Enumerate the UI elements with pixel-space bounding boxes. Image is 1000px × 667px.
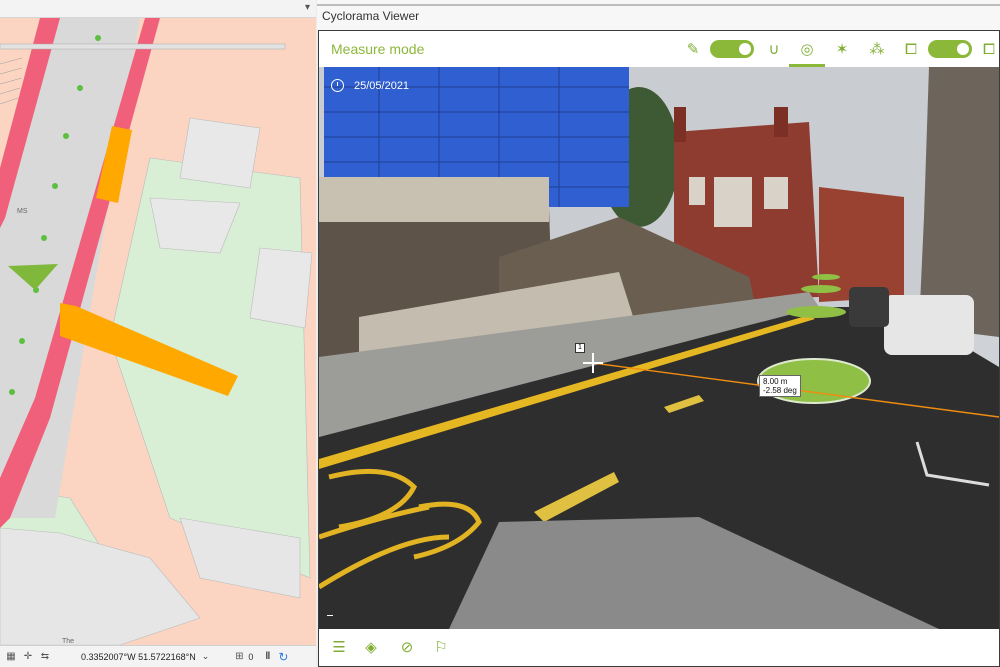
app-window: ▾ MS The ▦ ✛ ⇆ 0.3352007°W 51.5722168°N …	[0, 0, 1000, 667]
eye-off-icon[interactable]: ⊘	[397, 637, 417, 657]
measurement-angle: -2.58 deg	[763, 386, 797, 395]
corner-marker	[327, 615, 333, 616]
target-icon[interactable]: ◎	[789, 39, 825, 67]
magnet-icon[interactable]: ∪	[764, 39, 784, 59]
navigate-icon[interactable]: ⇆	[39, 651, 51, 663]
coordinate-format-dropdown[interactable]: ⌄	[202, 651, 210, 662]
grid-icon[interactable]: ▦	[5, 651, 17, 663]
map-canvas[interactable]: MS The	[0, 18, 316, 645]
star-icon[interactable]: ✶	[832, 39, 852, 59]
frame-icon[interactable]: ⧠	[901, 39, 921, 59]
viewer-title-bar: Cyclorama Viewer	[317, 0, 1000, 30]
pause-icon[interactable]: ‖	[265, 651, 270, 662]
viewer-title: Cyclorama Viewer	[322, 9, 420, 23]
viewer-toolbar: Measure mode ✎ ∪ ◎ ✶ ⁂ ⧠ ⧠	[319, 31, 999, 67]
panorama-view[interactable]: 25/05/2021 1 8.00 m -2.58 deg	[319, 67, 999, 629]
map-pane: ▾ MS The ▦ ✛ ⇆ 0.3352007°W 51.5722168°N …	[0, 0, 316, 667]
overlay-toggle[interactable]	[928, 40, 972, 58]
map-topbar: ▾	[0, 0, 316, 18]
measurement-tooltip: 8.00 m -2.58 deg	[759, 375, 801, 397]
capture-date-badge: 25/05/2021	[331, 79, 409, 92]
measurement-distance: 8.00 m	[763, 377, 788, 386]
map-graphics	[0, 18, 316, 645]
measure-toggle[interactable]	[710, 40, 754, 58]
coordinate-readout: 0.3352007°W 51.5722168°N	[81, 651, 196, 662]
mode-label: Measure mode	[331, 41, 425, 57]
menu-icon[interactable]: ☰	[329, 637, 349, 657]
panorama-image	[319, 67, 999, 629]
capture-date: 25/05/2021	[354, 79, 410, 92]
selection-icon[interactable]: ⊞	[233, 651, 245, 663]
feedback-icon[interactable]: ⚐	[431, 637, 451, 657]
crosshair-icon[interactable]: ✛	[22, 651, 34, 663]
map-label-the: The	[62, 638, 75, 645]
measure-point-icon[interactable]: ✎	[683, 39, 703, 59]
refresh-icon[interactable]: ↻	[278, 650, 288, 664]
clock-icon	[331, 79, 344, 92]
layers-icon[interactable]: ◈	[361, 637, 381, 657]
viewer-frame: Measure mode ✎ ∪ ◎ ✶ ⁂ ⧠ ⧠ 25/05/2021 1 …	[318, 30, 1000, 667]
network-icon[interactable]: ⁂	[867, 39, 887, 59]
chevron-down-icon[interactable]: ▾	[305, 2, 310, 13]
map-label-ms: MS	[17, 208, 28, 215]
measure-point-label[interactable]: 1	[575, 343, 585, 353]
selection-count: 0	[248, 651, 254, 662]
viewer-bottom-toolbar: ☰ ◈ ⊘ ⚐	[319, 629, 999, 666]
crosshair-icon[interactable]	[583, 353, 603, 373]
map-status-bar: ▦ ✛ ⇆ 0.3352007°W 51.5722168°N ⌄ ⊞ 0 ‖ ↻	[0, 645, 316, 667]
frame-right-icon[interactable]: ⧠	[979, 39, 999, 59]
